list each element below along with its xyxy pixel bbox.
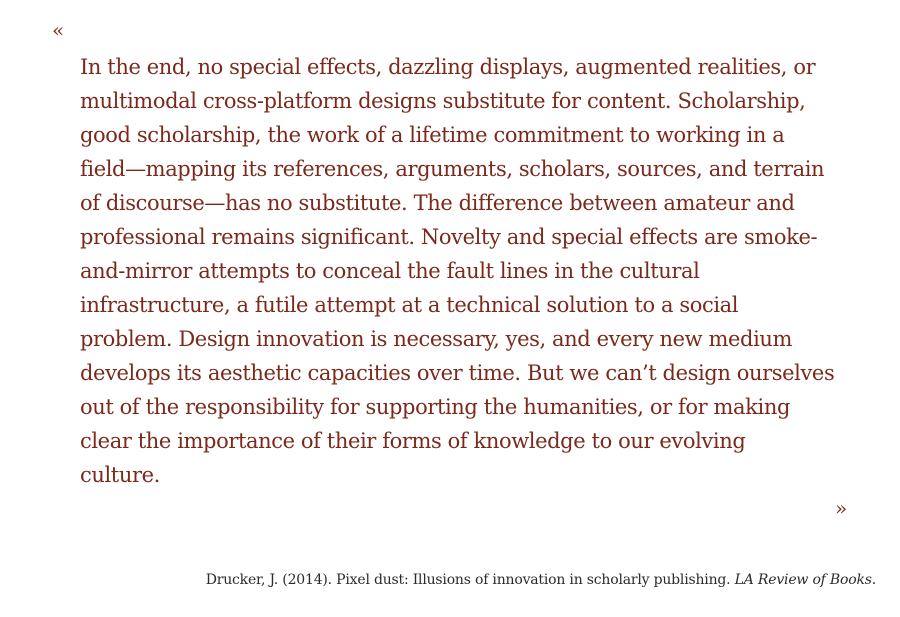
quote-line: culture. <box>80 463 160 487</box>
quote-line: field—mapping its references, arguments,… <box>80 157 825 181</box>
close-quote-mark: » <box>835 496 848 520</box>
quote-line: develops its aesthetic capacities over t… <box>80 361 835 385</box>
quote-line: multimodal cross-platform designs substi… <box>80 89 806 113</box>
quote-line: out of the responsibility for supporting… <box>80 395 790 419</box>
quote-line: good scholarship, the work of a lifetime… <box>80 123 785 147</box>
citation-end: . <box>871 572 876 588</box>
citation: Drucker, J. (2014). Pixel dust: Illusion… <box>205 572 877 588</box>
quote-text: In the end, no special effects, dazzling… <box>80 50 840 492</box>
citation-text: Drucker, J. (2014). Pixel dust: Illusion… <box>205 572 735 588</box>
quote-line: In the end, no special effects, dazzling… <box>80 55 816 79</box>
quote-line: professional remains significant. Novelt… <box>80 225 818 249</box>
quote-line: clear the importance of their forms of k… <box>80 429 746 453</box>
open-quote-mark: « <box>52 18 65 42</box>
citation-journal: LA Review of Books <box>734 572 872 588</box>
quote-line: infrastructure, a futile attempt at a te… <box>80 293 739 317</box>
quote-line: and-mirror attempts to conceal the fault… <box>80 259 700 283</box>
quote-line: of discourse—has no substitute. The diff… <box>80 191 795 215</box>
quote-line: problem. Design innovation is necessary,… <box>80 327 793 351</box>
